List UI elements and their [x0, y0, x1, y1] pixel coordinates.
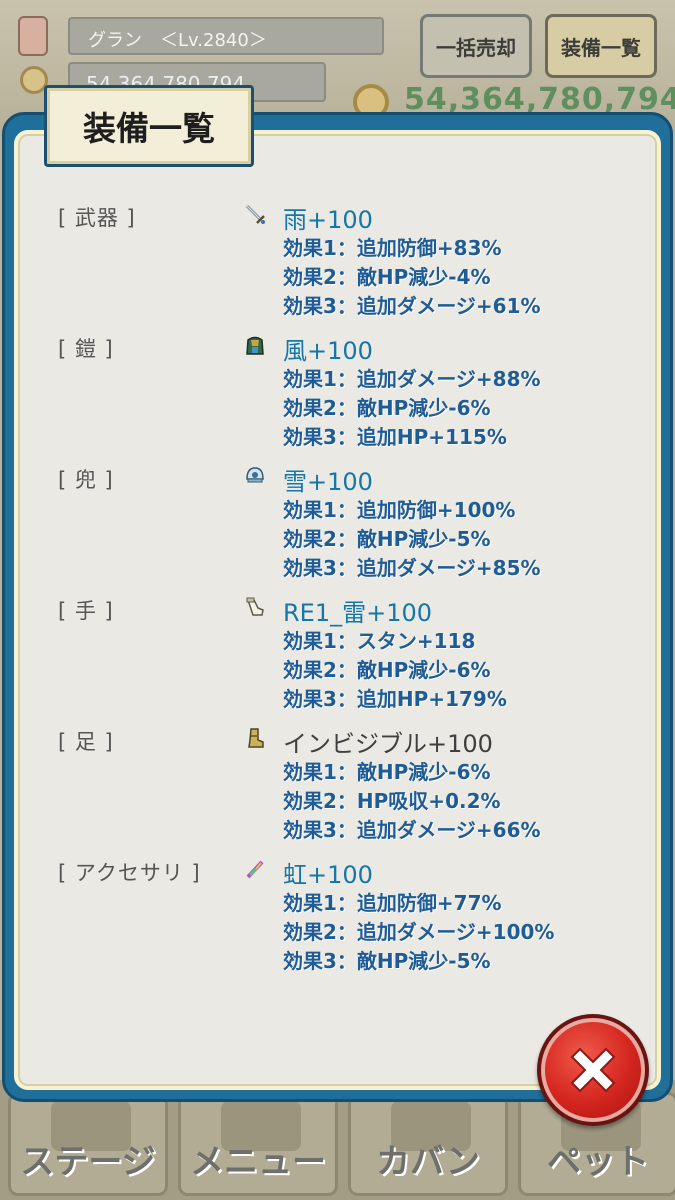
effect-line: 効果1：敵HP減少-6%: [283, 760, 491, 784]
tab-pet-label: ペット: [547, 1142, 649, 1182]
effect-line: 効果3：追加ダメージ+66%: [283, 818, 541, 842]
accessory-icon: [246, 860, 264, 879]
effect-line: 効果2：敵HP減少-6%: [283, 658, 491, 682]
slot-label: [ アクセサリ ]: [58, 861, 201, 885]
effect-line: 効果2：敵HP減少-5%: [283, 527, 491, 551]
item-name: 虹+100: [283, 861, 373, 889]
sell-all-button[interactable]: 一括売却: [420, 14, 532, 78]
effect-line: 効果1：追加ダメージ+88%: [283, 367, 541, 391]
equipment-list-button[interactable]: 装備一覧: [545, 14, 657, 78]
effect-line: 効果3：追加HP+115%: [283, 425, 507, 449]
item-name: 雪+100: [283, 468, 373, 496]
tab-bag-label: カバン: [376, 1142, 480, 1182]
tab-stage[interactable]: ステージ: [8, 1092, 168, 1196]
slot-label: [ 足 ]: [58, 730, 114, 754]
glove-icon: [246, 597, 264, 616]
helmet-icon: [246, 467, 264, 483]
player-name-label: グラン ＜Lv.2840＞: [68, 17, 384, 55]
slot-label: [ 武器 ]: [58, 206, 136, 230]
tab-menu[interactable]: メニュー: [178, 1092, 338, 1196]
effect-line: 効果3：追加HP+179%: [283, 687, 507, 711]
boot-icon: [248, 728, 264, 748]
modal-title: 装備一覧: [44, 85, 254, 167]
tab-stage-label: ステージ: [20, 1142, 156, 1182]
tab-menu-label: メニュー: [190, 1142, 326, 1182]
effect-line: 効果2：HP吸収+0.2%: [283, 789, 501, 813]
sword-icon: [245, 204, 265, 224]
item-name: インビジブル+100: [283, 730, 493, 758]
slot-label: [ 兜 ]: [58, 468, 114, 492]
player-avatar: [18, 16, 48, 56]
slot-label: [ 手 ]: [58, 599, 114, 623]
effect-line: 効果2：敵HP減少-6%: [283, 396, 491, 420]
close-button-face: [541, 1018, 645, 1122]
effect-line: 効果3：敵HP減少-5%: [283, 949, 491, 973]
effect-line: 効果1：追加防御+100%: [283, 498, 516, 522]
armor-icon: [246, 336, 264, 355]
tab-bag[interactable]: カバン: [348, 1092, 508, 1196]
effect-line: 効果1：追加防御+77%: [283, 891, 502, 915]
effect-line: 効果3：追加ダメージ+85%: [283, 556, 541, 580]
effect-line: 効果2：追加ダメージ+100%: [283, 920, 555, 944]
effect-line: 効果1：追加防御+83%: [283, 236, 502, 260]
close-icon: [570, 1047, 616, 1093]
effect-line: 効果3：追加ダメージ+61%: [283, 294, 541, 318]
item-name: 雨+100: [283, 206, 373, 234]
effect-line: 効果1：スタン+118: [283, 629, 476, 653]
close-button[interactable]: [537, 1014, 649, 1126]
effect-line: 効果2：敵HP減少-4%: [283, 265, 491, 289]
item-name: 風+100: [283, 337, 373, 365]
slot-label: [ 鎧 ]: [58, 337, 114, 361]
item-name: RE1_雷+100: [283, 599, 433, 627]
